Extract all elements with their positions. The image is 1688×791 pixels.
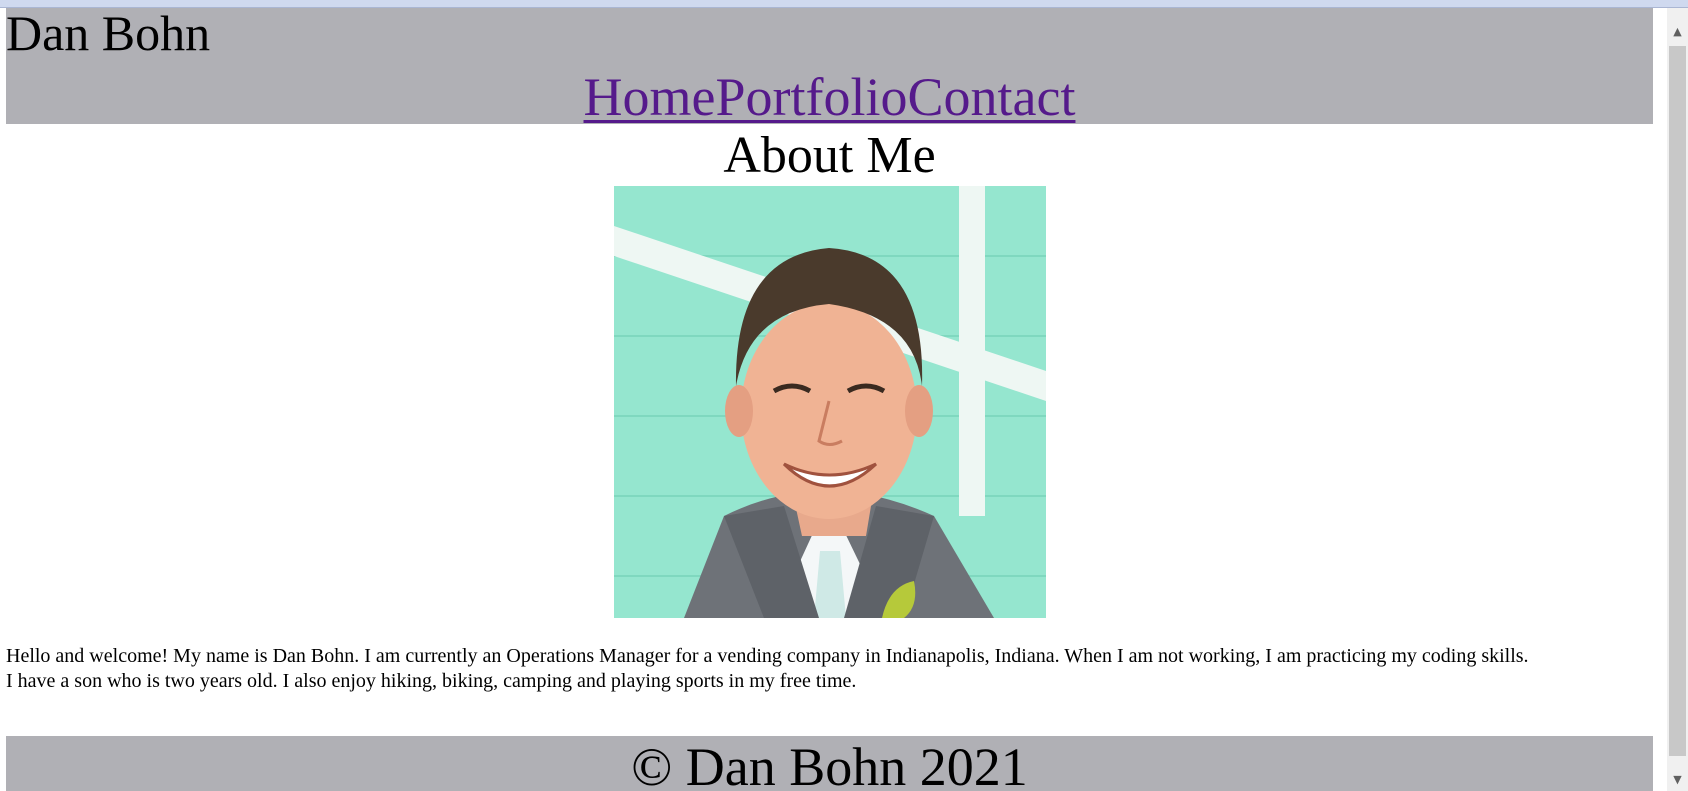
scrollbar-thumb[interactable]	[1669, 46, 1686, 756]
nav-link-contact[interactable]: Contact	[908, 67, 1076, 127]
profile-photo-illustration	[614, 186, 1046, 618]
profile-photo	[614, 186, 1046, 618]
footer-copyright: © Dan Bohn 2021	[631, 737, 1028, 791]
scroll-up-arrow-icon[interactable]: ▲	[1667, 22, 1688, 42]
page: Dan Bohn HomePortfolioContact About Me H…	[6, 8, 1653, 791]
about-title: About Me	[723, 127, 936, 184]
main-nav: HomePortfolioContact	[6, 70, 1653, 124]
scroll-down-arrow-icon[interactable]: ▼	[1667, 770, 1688, 790]
site-name: Dan Bohn	[6, 8, 211, 61]
bio-line-2: I have a son who is two years old. I als…	[6, 670, 857, 692]
vertical-scrollbar[interactable]: ▲ ▼	[1667, 8, 1688, 791]
bio-line-1: Hello and welcome! My name is Dan Bohn. …	[6, 645, 1529, 667]
nav-link-portfolio[interactable]: Portfolio	[715, 67, 907, 127]
browser-top-edge	[0, 0, 1688, 8]
site-footer: © Dan Bohn 2021	[6, 736, 1653, 791]
site-header: Dan Bohn HomePortfolioContact	[6, 8, 1653, 124]
nav-link-home[interactable]: Home	[584, 67, 716, 127]
bio-text: Hello and welcome! My name is Dan Bohn. …	[6, 644, 1653, 694]
